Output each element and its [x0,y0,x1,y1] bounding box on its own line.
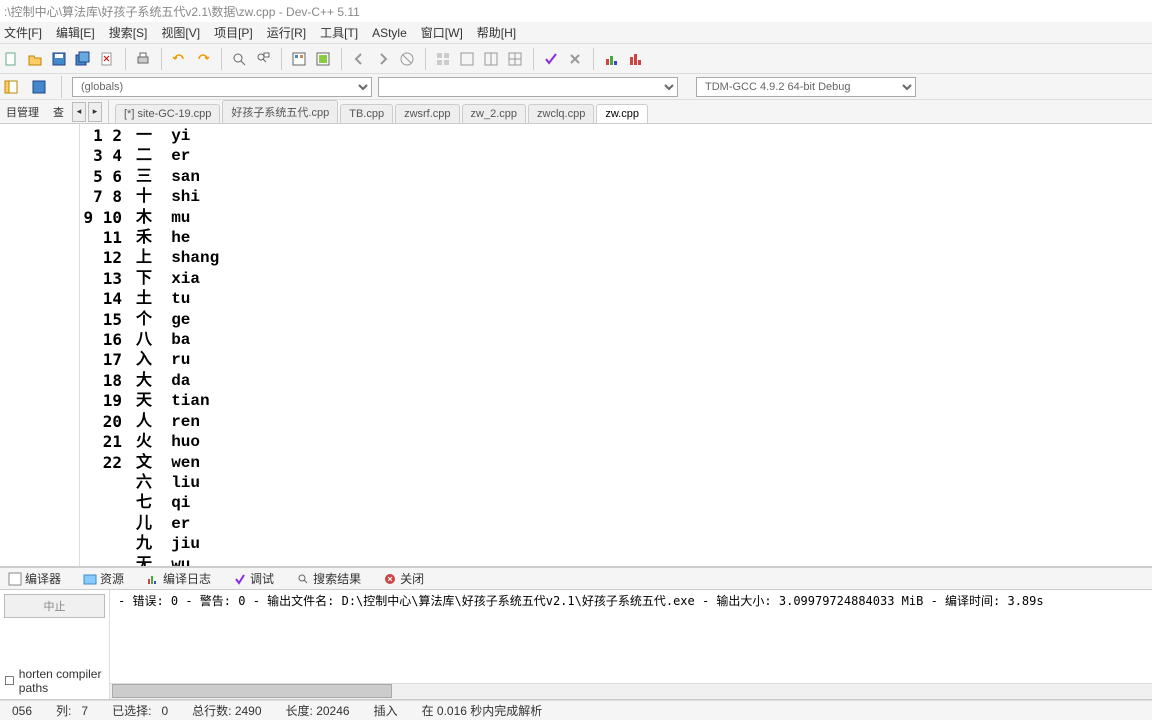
btab-close[interactable]: 关闭 [377,568,430,589]
file-tab[interactable]: TB.cpp [340,104,393,123]
code-text[interactable]: 一 yi 二 er 三 san 十 shi 木 mu 禾 he 上 shang … [136,124,1152,566]
undo-icon[interactable] [168,48,190,70]
nav-fwd-icon[interactable] [372,48,394,70]
compile-icon[interactable] [288,48,310,70]
menu-project[interactable]: 项目[P] [214,24,253,41]
status-length: 长度: 20246 [274,702,362,719]
hscrollbar[interactable] [110,683,1152,699]
btab-compile-log[interactable]: 编译日志 [140,568,217,589]
btab-resources[interactable]: 资源 [77,568,130,589]
members-combo[interactable] [378,77,678,97]
file-tab[interactable]: zwsrf.cpp [395,104,459,123]
btab-compiler[interactable]: 编译器 [2,568,67,589]
compiler-left: 中止 ☐ horten compiler paths [0,590,110,699]
save-all-icon[interactable] [72,48,94,70]
compiler-combo[interactable]: TDM-GCC 4.9.2 64-bit Debug [696,77,916,97]
find-icon[interactable] [228,48,250,70]
compiler-output[interactable]: - 错误: 0 - 警告: 0 - 输出文件名: D:\控制中心\算法库\好孩子… [110,590,1152,699]
save-icon[interactable] [48,48,70,70]
tab-row: 目管理 查 ◂ ▸ [*] site-GC-19.cpp好孩子系统五代.cppT… [0,100,1152,124]
toolbar-secondary: (globals) TDM-GCC 4.9.2 64-bit Debug [0,74,1152,100]
grid4-icon[interactable] [504,48,526,70]
status-parse: 在 0.016 秒内完成解析 [410,702,555,719]
left-tab-scroll-right[interactable]: ▸ [88,102,102,122]
file-tab[interactable]: zw_2.cpp [462,104,526,123]
left-tab-scroll-left[interactable]: ◂ [72,102,86,122]
left-tab-class[interactable]: 查 [47,102,70,122]
btab-search-results[interactable]: 搜索结果 [290,568,367,589]
menu-astyle[interactable]: AStyle [372,26,407,40]
delete-icon[interactable] [564,48,586,70]
editor-area: 1 2 3 4 5 6 7 8 9 10 11 12 13 14 15 16 1… [0,124,1152,566]
close-file-icon[interactable] [96,48,118,70]
nav-back-icon[interactable] [348,48,370,70]
file-tab[interactable]: 好孩子系统五代.cpp [222,100,338,123]
open-file-icon[interactable] [24,48,46,70]
sidebar-toggle1-icon[interactable] [0,76,22,98]
compiler-panel: 中止 ☐ horten compiler paths - 错误: 0 - 警告:… [0,590,1152,700]
menu-help[interactable]: 帮助[H] [477,24,516,41]
menu-run[interactable]: 运行[R] [267,24,306,41]
status-line: 056 [0,704,44,718]
sidebar-toggle2-icon[interactable] [28,76,50,98]
redo-icon[interactable] [192,48,214,70]
checkbox-icon: ☐ [4,674,15,688]
status-col: 列: 7 [44,702,100,719]
grid1-icon[interactable] [432,48,454,70]
left-tab-project[interactable]: 目管理 [0,102,45,122]
window-title: :\控制中心\算法库\好孩子系统五代v2.1\数据\zw.cpp - Dev-C… [4,3,360,20]
status-insert: 插入 [362,702,410,719]
menu-tools[interactable]: 工具[T] [320,24,358,41]
menu-window[interactable]: 窗口[W] [421,24,463,41]
file-tabs: [*] site-GC-19.cpp好孩子系统五代.cppTB.cppzwsrf… [109,100,648,123]
menu-edit[interactable]: 编辑[E] [56,24,95,41]
left-panel [0,124,80,566]
status-bar: 056 列: 7 已选择: 0 总行数: 2490 长度: 20246 插入 在… [0,700,1152,720]
file-tab[interactable]: zwclq.cpp [528,104,594,123]
abort-button[interactable]: 中止 [4,594,105,618]
chart1-icon[interactable] [600,48,622,70]
file-tab[interactable]: zw.cpp [596,104,648,123]
grid2-icon[interactable] [456,48,478,70]
check-icon[interactable] [540,48,562,70]
status-sel: 已选择: 0 [100,702,180,719]
status-total-lines: 总行数: 2490 [180,702,273,719]
chart2-icon[interactable] [624,48,646,70]
print-icon[interactable] [132,48,154,70]
stop-icon[interactable] [396,48,418,70]
line-numbers: 1 2 3 4 5 6 7 8 9 10 11 12 13 14 15 16 1… [80,124,136,566]
run-icon[interactable] [312,48,334,70]
left-panel-tabs: 目管理 查 ◂ ▸ [0,100,109,123]
new-file-icon[interactable] [0,48,22,70]
replace-icon[interactable] [252,48,274,70]
menu-file[interactable]: 文件[F] [4,24,42,41]
grid3-icon[interactable] [480,48,502,70]
menu-view[interactable]: 视图[V] [161,24,200,41]
menu-bar: 文件[F] 编辑[E] 搜索[S] 视图[V] 项目[P] 运行[R] 工具[T… [0,22,1152,44]
file-tab[interactable]: [*] site-GC-19.cpp [115,104,220,123]
code-editor[interactable]: 1 2 3 4 5 6 7 8 9 10 11 12 13 14 15 16 1… [80,124,1152,566]
menu-search[interactable]: 搜索[S] [109,24,148,41]
title-bar: :\控制中心\算法库\好孩子系统五代v2.1\数据\zw.cpp - Dev-C… [0,0,1152,22]
bottom-tabs: 编译器 资源 编译日志 调试 搜索结果 关闭 [0,566,1152,590]
toolbar-main [0,44,1152,74]
globals-combo[interactable]: (globals) [72,77,372,97]
btab-debug[interactable]: 调试 [227,568,280,589]
shorten-paths-check[interactable]: ☐ horten compiler paths [0,663,109,699]
